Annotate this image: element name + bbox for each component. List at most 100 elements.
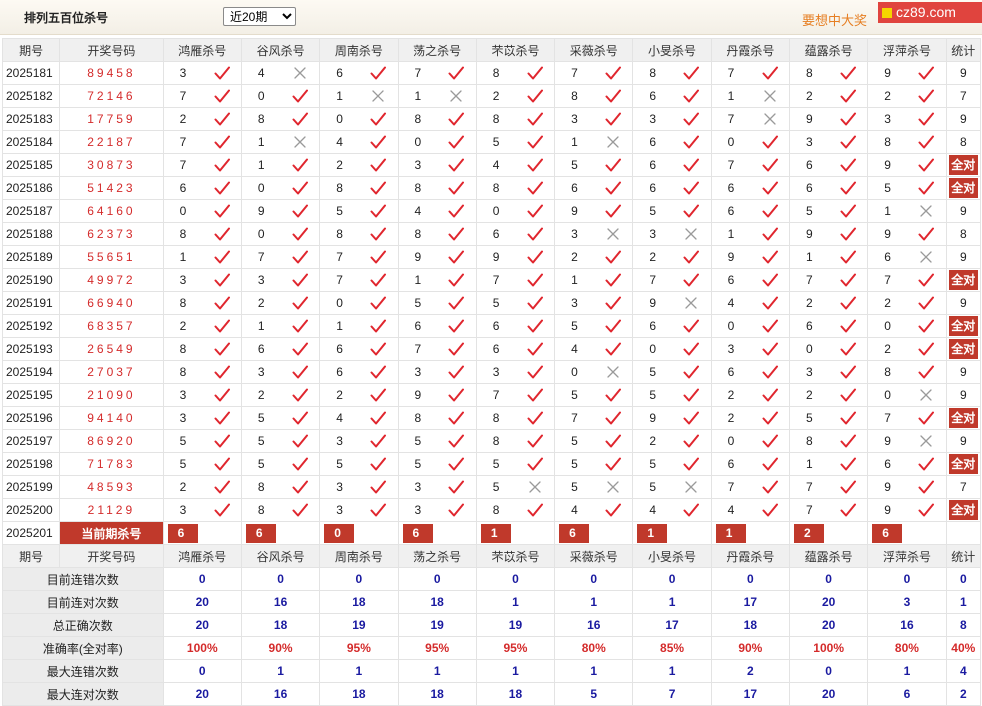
kill-number-cell: 9 <box>475 245 516 269</box>
kill-number-cell: 3 <box>240 268 281 292</box>
result-mark-cell <box>672 429 712 453</box>
kill-number-cell: 6 <box>867 245 907 269</box>
header-expert: 芣苡杀号 <box>475 544 556 568</box>
stats-value: 18 <box>475 682 556 706</box>
check-icon <box>840 480 856 494</box>
kill-number-cell: 6 <box>632 84 673 108</box>
check-icon <box>683 66 700 80</box>
kill-number-cell: 5 <box>632 199 673 223</box>
check-icon <box>918 296 935 310</box>
kill-number-cell: 3 <box>867 107 907 131</box>
kill-number-cell: 1 <box>867 199 907 223</box>
issue-cell: 2025188 <box>1 222 61 246</box>
kill-number-cell: 3 <box>162 383 203 407</box>
header-count: 统计 <box>945 38 982 62</box>
check-icon <box>448 480 465 494</box>
kill-number-cell: 6 <box>710 452 751 476</box>
result-mark-cell <box>202 360 242 384</box>
count-cell: 9 <box>945 429 982 453</box>
result-mark-cell <box>358 360 399 384</box>
result-mark-cell <box>750 61 791 85</box>
check-icon <box>214 66 230 80</box>
kill-number-cell: 1 <box>788 245 829 269</box>
kill-number-cell: 5 <box>867 176 907 200</box>
check-icon <box>605 89 622 103</box>
result-mark-cell <box>202 130 242 154</box>
result-mark-cell <box>280 84 321 108</box>
issue-cell: 2025185 <box>1 153 61 177</box>
current-kill-cell: 2 <box>788 521 869 545</box>
period-select[interactable]: 近20期 <box>223 7 296 26</box>
check-icon <box>214 434 230 448</box>
result-mark-cell <box>593 314 634 338</box>
draw-numbers-cell: 68357 <box>59 314 164 338</box>
result-mark-cell <box>906 268 947 292</box>
draw-numbers-cell: 71783 <box>59 452 164 476</box>
promo-text[interactable]: 要想中大奖 <box>802 10 867 29</box>
kill-number-cell: 7 <box>397 61 438 85</box>
check-icon <box>762 388 778 402</box>
kill-number-cell: 9 <box>632 406 673 430</box>
result-mark-cell <box>437 429 477 453</box>
stats-value: 6 <box>867 682 947 706</box>
check-icon <box>292 319 308 333</box>
brand-logo[interactable]: cz89.com <box>878 2 982 23</box>
kill-number-cell: 0 <box>710 429 751 453</box>
result-mark-cell <box>593 498 634 522</box>
result-mark-cell <box>593 107 634 131</box>
stats-value: 16 <box>554 613 634 637</box>
table-row: 2025182 72146 7 0 1 1 2 8 6 1 2 2 7 <box>1 84 982 108</box>
result-mark-cell <box>593 406 634 430</box>
kill-number-cell: 3 <box>397 475 438 499</box>
result-mark-cell <box>202 406 242 430</box>
kill-number-cell: 8 <box>397 107 438 131</box>
result-mark-cell <box>515 291 556 315</box>
kill-number-cell: 3 <box>475 360 516 384</box>
check-icon <box>214 480 230 494</box>
current-kill-badge: 2 <box>794 523 824 543</box>
table-row: 2025190 49972 3 3 7 1 7 1 7 6 7 7 全对 <box>1 268 982 292</box>
kill-number-cell: 3 <box>554 222 594 246</box>
kill-number-cell: 0 <box>710 314 751 338</box>
result-mark-cell <box>906 61 947 85</box>
cross-icon <box>920 205 932 217</box>
stats-value: 16 <box>867 613 947 637</box>
cross-icon <box>764 90 776 102</box>
result-mark-cell <box>750 153 791 177</box>
result-mark-cell <box>280 498 321 522</box>
count-cell: 9 <box>945 245 982 269</box>
stats-value: 40% <box>945 636 982 660</box>
issue-cell: 2025196 <box>1 406 61 430</box>
result-mark-cell <box>437 498 477 522</box>
result-mark-cell <box>280 199 321 223</box>
table-row: 2025198 71783 5 5 5 5 5 5 5 6 1 6 全对 <box>1 452 982 476</box>
result-mark-cell <box>515 153 556 177</box>
kill-number-cell: 4 <box>710 498 751 522</box>
result-mark-cell <box>280 429 321 453</box>
check-icon <box>762 158 778 172</box>
kill-number-cell: 5 <box>788 199 829 223</box>
stats-value: 0 <box>162 659 242 683</box>
check-icon <box>448 66 465 80</box>
kill-number-cell: 5 <box>554 429 594 453</box>
kill-number-cell: 5 <box>397 291 438 315</box>
result-mark-cell <box>202 383 242 407</box>
kill-number-cell: 3 <box>162 498 203 522</box>
kill-number-cell: 2 <box>867 291 907 315</box>
kill-number-cell: 3 <box>710 337 751 361</box>
stats-value: 90% <box>240 636 321 660</box>
check-icon <box>448 365 465 379</box>
result-mark-cell <box>906 360 947 384</box>
result-mark-cell <box>906 245 947 269</box>
stats-value: 0 <box>475 567 556 591</box>
kill-number-cell: 6 <box>319 360 359 384</box>
stats-row: 总正确次数 20 18 19 19 19 16 17 18 20 16 8 <box>2 613 982 637</box>
check-icon <box>683 181 700 195</box>
check-icon <box>762 457 778 471</box>
result-mark-cell <box>750 176 791 200</box>
result-mark-cell <box>358 452 399 476</box>
kill-number-cell: 6 <box>632 130 673 154</box>
check-icon <box>370 227 387 241</box>
result-mark-cell <box>515 199 556 223</box>
check-icon <box>762 365 778 379</box>
